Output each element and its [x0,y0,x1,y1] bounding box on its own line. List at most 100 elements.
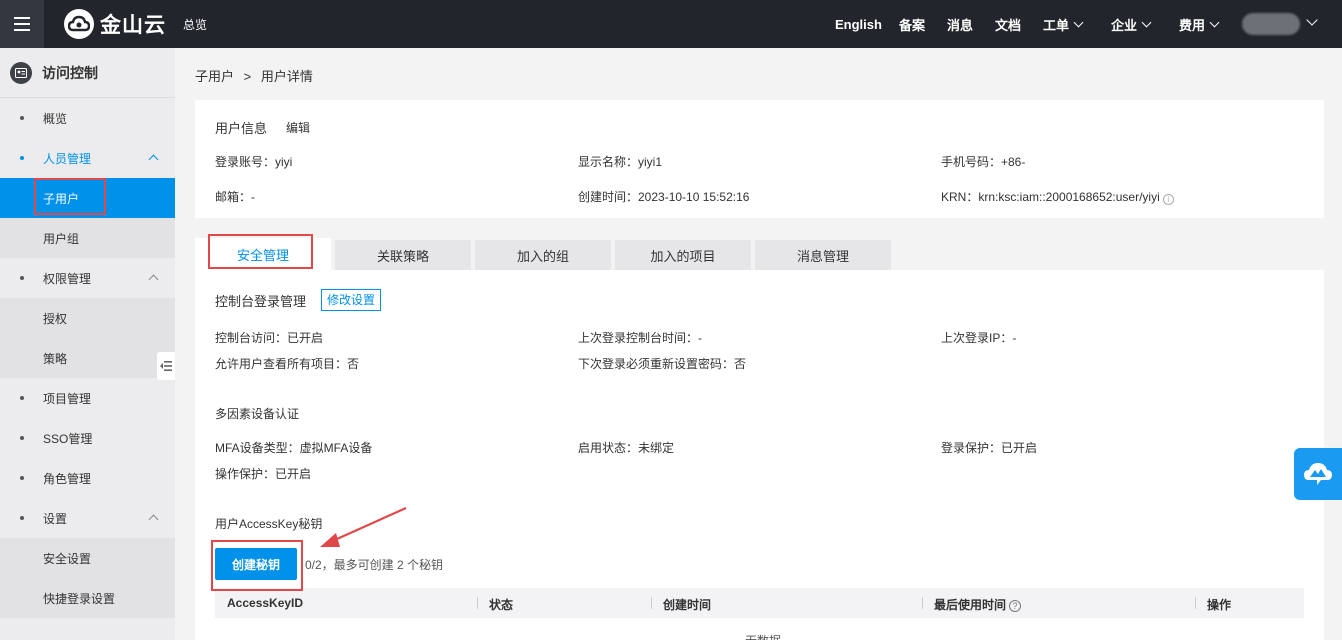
breadcrumb: 子用户 > 用户详情 [195,66,313,85]
sidebar-item-authorization[interactable]: 授权 [0,298,175,338]
sidebar-item-overview[interactable]: 概览 [0,98,175,138]
last-login-ip: 上次登录IP：- [941,331,1017,345]
column-divider [651,597,652,609]
bullet-icon [20,116,24,120]
info-icon[interactable]: i [1162,194,1174,205]
login-protection: 登录保护：已开启 [941,441,1038,455]
floating-help-button[interactable] [1294,448,1342,500]
view-all-projects: 允许用户查看所有项目：否 [215,357,360,371]
column-header: AccessKeyID [227,596,304,610]
column-divider [922,597,923,609]
chevron-up-icon [148,154,159,165]
chevron-down-icon[interactable] [1306,14,1318,26]
sidebar-item-label: 策略 [43,351,68,366]
sidebar-collapse-button[interactable] [157,352,175,380]
display-name: 显示名称：yiyi1 [578,155,663,169]
sidebar-item-permissions[interactable]: 权限管理 [0,258,175,298]
hamburger-menu-button[interactable] [0,0,44,48]
annotation-arrow-icon [320,506,407,547]
sidebar-item-sso[interactable]: SSO管理 [0,418,175,458]
tab-groups[interactable]: 加入的组 [475,240,611,270]
nav-messages-label: 消息 [947,17,974,33]
column-header: 最后使用时间 [934,598,1007,612]
nav-billing-label: 费用 [1179,17,1206,33]
help-icon[interactable]: ? [1009,600,1022,612]
tab-label: 消息管理 [796,248,849,264]
bullet-icon [20,396,24,400]
nav-beian[interactable]: 备案 [899,0,925,48]
nav-overview[interactable]: 总览 [183,16,207,33]
sidebar-item-security-settings[interactable]: 安全设置 [0,538,175,578]
collapse-icon [160,361,172,371]
top-bar: 金山云 总览 English 备案 消息 文档 工单 企业 费用 [0,0,1342,48]
nav-messages[interactable]: 消息 [947,0,973,48]
nav-tickets-label: 工单 [1043,17,1070,33]
modify-settings-button[interactable]: 修改设置 [321,289,382,311]
security-card: 控制台登录管理 修改设置 控制台访问：已开启 上次登录控制台时间：- 上次登录I… [195,270,1324,640]
sidebar-item-quick-login[interactable]: 快捷登录设置 [0,578,175,618]
hamburger-icon [14,17,30,31]
highlight-box [208,234,313,269]
sidebar-item-label: 快捷登录设置 [43,591,116,606]
sidebar-header: 访问控制 [0,48,175,98]
sidebar-item-label: 用户组 [43,231,80,246]
bullet-icon [20,516,24,520]
nav-enterprise[interactable]: 企业 [1111,0,1152,48]
sidebar-item-label: 授权 [43,311,68,326]
tab-projects[interactable]: 加入的项目 [615,240,751,270]
nav-docs-label: 文档 [995,17,1022,33]
operation-protection: 操作保护：已开启 [215,467,312,481]
highlight-box [34,178,106,215]
krn-value: KRN：krn:ksc:iam::2000168652:user/yiyi [941,190,1160,204]
column-header: 创建时间 [663,598,712,612]
bullet-icon [20,476,24,480]
sidebar-item-label: 安全设置 [43,551,92,566]
user-info-card: 用户信息 编辑 登录账号：yiyi 显示名称：yiyi1 手机号码：+86- 邮… [195,100,1324,218]
login-account: 登录账号：yiyi [215,155,293,169]
nav-enterprise-label: 企业 [1111,17,1138,33]
sidebar-item-label: 权限管理 [43,271,92,286]
id-card-icon [10,61,32,84]
bullet-icon [20,156,24,160]
tab-label: 关联策略 [376,248,429,264]
sidebar-item-settings[interactable]: 设置 [0,498,175,538]
sidebar-item-people[interactable]: 人员管理 [0,138,175,178]
edit-link[interactable]: 编辑 [286,119,310,136]
mfa-device-type: MFA设备类型：虚拟MFA设备 [215,441,373,455]
console-login-title: 控制台登录管理 [215,294,307,309]
avatar[interactable] [1242,13,1300,35]
sidebar-item-label: 人员管理 [43,151,92,166]
last-login-time: 上次登录控制台时间：- [578,331,702,345]
cloud-logo-icon [64,9,94,39]
chevron-down-icon [1209,17,1220,27]
nav-billing[interactable]: 费用 [1179,0,1220,48]
chat-cloud-icon [1304,463,1332,485]
sidebar-item-projects[interactable]: 项目管理 [0,378,175,418]
chevron-down-icon [1141,17,1152,27]
column-header: 操作 [1207,598,1232,612]
krn-field: KRN：krn:ksc:iam::2000168652:user/yiyi i [941,188,1174,205]
breadcrumb-parent[interactable]: 子用户 [195,69,234,84]
sidebar-item-label: 项目管理 [43,391,92,406]
nav-tickets[interactable]: 工单 [1043,0,1084,48]
nav-docs[interactable]: 文档 [995,0,1021,48]
mfa-title: 多因素设备认证 [215,407,300,421]
tab-policies[interactable]: 关联策略 [335,240,471,270]
tab-messages[interactable]: 消息管理 [755,240,891,270]
chevron-up-icon [148,514,159,525]
sidebar: 访问控制 概览 人员管理 子用户 用户组 权限管理 授权 策略 项目管理 SSO… [0,48,175,640]
highlight-box [211,540,303,591]
sidebar-item-policies[interactable]: 策略 [0,338,175,378]
reset-password-next-login: 下次登录必须重新设置密码：否 [578,357,747,371]
sidebar-item-label: 设置 [43,511,68,526]
column-header-last-used: 最后使用时间? [934,596,1022,613]
sidebar-item-roles[interactable]: 角色管理 [0,458,175,498]
sidebar-title: 访问控制 [42,64,98,81]
chevron-down-icon [1073,17,1084,27]
nav-english[interactable]: English [835,0,882,48]
chevron-up-icon [148,274,159,285]
logo[interactable]: 金山云 [64,8,166,40]
column-divider [1195,597,1196,609]
phone-number: 手机号码：+86- [941,155,1026,169]
sidebar-item-usergroups[interactable]: 用户组 [0,218,175,258]
